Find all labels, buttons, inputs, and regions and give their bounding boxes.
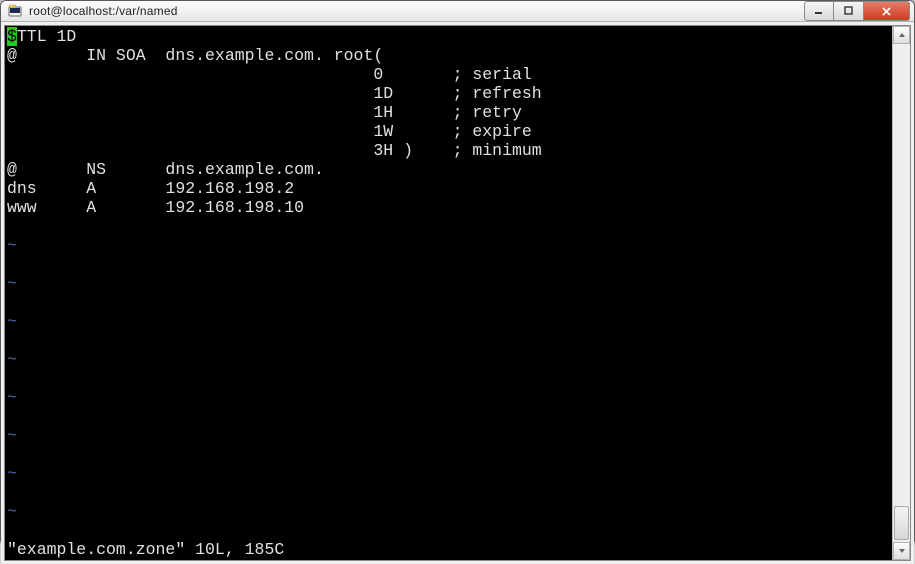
vim-tilde: ~ (7, 388, 17, 407)
window-title: root@localhost:/var/named (29, 4, 804, 18)
vim-tilde: ~ (7, 236, 17, 255)
vim-tilde: ~ (7, 350, 17, 369)
vim-tilde: ~ (7, 464, 17, 483)
text-line: @ IN SOA dns.example.com. root( (7, 46, 383, 65)
titlebar[interactable]: root@localhost:/var/named (1, 1, 914, 22)
text-line: 0 ; serial (7, 65, 532, 84)
maximize-button[interactable] (834, 1, 864, 21)
close-button[interactable] (864, 1, 910, 21)
vim-tilde: ~ (7, 502, 17, 521)
scrollbar-thumb[interactable] (894, 506, 909, 540)
text-line: @ NS dns.example.com. (7, 160, 324, 179)
scroll-up-button[interactable] (893, 26, 910, 44)
terminal[interactable]: $TTL 1D @ IN SOA dns.example.com. root( … (5, 26, 892, 560)
text-line: 1W ; expire (7, 122, 532, 141)
scrollbar-track[interactable] (893, 44, 910, 542)
window-frame: root@localhost:/var/named $TTL 1D @ IN S… (0, 0, 915, 544)
vim-tilde: ~ (7, 312, 17, 331)
text-line: 1D ; refresh (7, 84, 542, 103)
vim-tilde: ~ (7, 274, 17, 293)
client-area: $TTL 1D @ IN SOA dns.example.com. root( … (1, 22, 914, 564)
text-line: www A 192.168.198.10 (7, 198, 304, 217)
window-controls (804, 1, 910, 21)
terminal-container: $TTL 1D @ IN SOA dns.example.com. root( … (4, 25, 911, 561)
vim-tilde: ~ (7, 426, 17, 445)
text-line: dns A 192.168.198.2 (7, 179, 294, 198)
putty-icon (7, 3, 23, 19)
text-line: 1H ; retry (7, 103, 522, 122)
scroll-down-button[interactable] (893, 542, 910, 560)
scrollbar[interactable] (892, 26, 910, 560)
cursor: $ (7, 27, 17, 46)
minimize-button[interactable] (804, 1, 834, 21)
text-line: 3H ) ; minimum (7, 141, 542, 160)
text-line: TTL 1D (17, 27, 76, 46)
vim-status-line: "example.com.zone" 10L, 185C (7, 540, 284, 559)
